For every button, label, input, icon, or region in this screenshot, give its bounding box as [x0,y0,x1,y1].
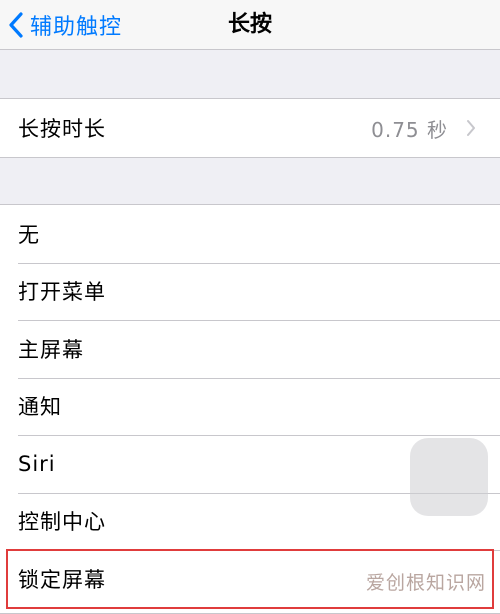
option-open-menu[interactable]: 打开菜单 [0,262,500,321]
back-button-label: 辅助触控 [30,15,123,40]
navigation-bar: 辅助触控 长按 [0,0,500,50]
duration-group: 长按时长 0.75 秒 [0,98,500,158]
option-label: 控制中心 [18,510,106,535]
assistive-touch-button[interactable] [410,438,488,516]
option-label: 主屏幕 [18,337,84,362]
option-home-screen[interactable]: 主屏幕 [0,320,500,378]
duration-label: 长按时长 [18,117,106,141]
duration-value: 0.75 秒 [371,117,448,142]
back-button[interactable]: 辅助触控 [8,0,122,50]
option-notifications[interactable]: 通知 [0,377,500,436]
option-label: 无 [18,222,40,247]
chevron-left-icon [9,12,23,38]
watermark: 爱创根知识网 [365,572,486,594]
duration-row[interactable]: 长按时长 0.75 秒 [0,99,500,157]
option-label: 通知 [18,395,62,420]
chevron-right-icon [467,120,475,136]
option-none[interactable]: 无 [0,205,500,263]
option-label: 打开菜单 [18,280,106,305]
option-label: Siri [18,451,56,476]
